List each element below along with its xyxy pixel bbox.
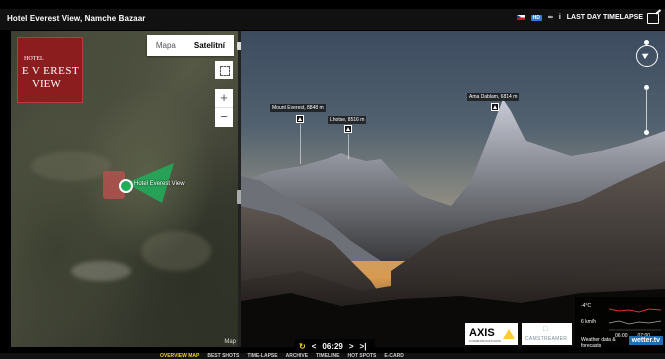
wetter-logo[interactable]: wetter.tv	[628, 336, 663, 345]
peak-label-ama-dablam[interactable]: Ama Dablam, 6814 m	[467, 93, 520, 101]
pano-zoom-slider[interactable]	[646, 89, 647, 135]
axis-logo[interactable]: AXIS COMMUNICATIONS	[465, 323, 518, 345]
map-type-satellite[interactable]: Satelitní	[185, 35, 234, 56]
marker-label: Hotel Everest View	[134, 181, 185, 187]
prev-button[interactable]: <	[312, 342, 317, 351]
map-attribution: Map	[224, 339, 236, 345]
current-time: 06:29	[322, 341, 343, 351]
camstreamer-logo[interactable]: □ CAMSTREAMER	[522, 323, 572, 345]
temperature: -4°C	[581, 303, 592, 309]
nav-time-lapse[interactable]: TIME-LAPSE	[247, 353, 277, 359]
replay-icon[interactable]: ↻	[299, 342, 306, 351]
bottom-nav: OVERVIEW MAP BEST SHOTS TIME-LAPSE ARCHI…	[0, 353, 665, 359]
logo-text-hotel: HOTEL	[24, 56, 44, 62]
logo-text-everest: E V EREST	[22, 65, 80, 77]
peak-pointer-line	[300, 124, 301, 164]
terrain-ridge	[31, 151, 111, 181]
nav-hot-spots[interactable]: HOT SPOTS	[347, 353, 376, 359]
playback-bar: ↻ < 06:29 > >|	[295, 339, 375, 353]
next-button[interactable]: >	[349, 342, 354, 351]
peak-label-everest[interactable]: Mount Everest, 8848 m	[270, 104, 326, 112]
wind-speed: 6 km/h	[581, 319, 597, 325]
map-type-toggle: Mapa Satelitní	[146, 35, 234, 56]
weather-widget[interactable]: -4°C 6 km/h 06:00 07:00 Weather data & f…	[575, 297, 665, 347]
location-marker[interactable]	[119, 179, 133, 193]
share-icon[interactable]	[647, 13, 659, 24]
weather-graph	[609, 308, 661, 331]
axis-name: AXIS	[469, 327, 495, 339]
top-bar: Hotel Everest View, Namche Bazaar HD ∞ i…	[0, 9, 665, 30]
nav-overview-map[interactable]: OVERVIEW MAP	[160, 353, 199, 359]
end-button[interactable]: >|	[360, 342, 367, 351]
peak-label-lhotse[interactable]: Lhotse, 8516 m	[328, 116, 367, 124]
weather-source: Weather data & forecasts	[581, 337, 616, 347]
map-type-map[interactable]: Mapa	[147, 35, 185, 56]
camstreamer-name: CAMSTREAMER	[525, 336, 568, 342]
pano-zoom-out-knob[interactable]	[644, 130, 649, 135]
zoom-out-button[interactable]: −	[215, 108, 233, 127]
nav-archive[interactable]: ARCHIVE	[286, 353, 309, 359]
terrain-path	[71, 261, 131, 281]
axis-sub: COMMUNICATIONS	[469, 339, 501, 343]
map-zoom-control: + −	[215, 89, 233, 127]
fullscreen-button[interactable]	[215, 61, 233, 79]
nav-e-card[interactable]: E-CARD	[384, 353, 403, 359]
nav-best-shots[interactable]: BEST SHOTS	[207, 353, 239, 359]
mountain-icon[interactable]	[296, 115, 304, 123]
satellite-map[interactable]: HOTEL E V EREST VIEW Mapa Satelitní + − …	[11, 31, 238, 347]
page-title: Hotel Everest View, Namche Bazaar	[7, 14, 146, 23]
czech-flag-icon[interactable]	[516, 15, 525, 20]
peak-pointer-line	[348, 134, 349, 159]
webcam-viewer: Hotel Everest View, Namche Bazaar HD ∞ i…	[0, 0, 665, 359]
compass-icon[interactable]	[636, 45, 658, 67]
logo-text-view: VIEW	[32, 78, 61, 90]
mountain-icon[interactable]	[344, 125, 352, 133]
terrain-ridge	[141, 231, 211, 271]
top-right-controls: HD ∞ i LAST DAY TIMELAPSE	[516, 14, 643, 21]
nav-timeline[interactable]: TIMELINE	[316, 353, 339, 359]
panorama-view[interactable]: Mount Everest, 8848 m Lhotse, 8516 m Ama…	[241, 31, 665, 347]
hd-badge[interactable]: HD	[530, 14, 542, 21]
infinity-icon[interactable]: ∞	[548, 14, 553, 21]
info-icon[interactable]: i	[559, 14, 561, 21]
axis-triangle-icon	[503, 329, 515, 339]
camstreamer-icon: □	[543, 326, 548, 333]
hotel-logo: HOTEL E V EREST VIEW	[17, 37, 83, 103]
timelapse-link[interactable]: LAST DAY TIMELAPSE	[567, 14, 643, 21]
zoom-in-button[interactable]: +	[215, 89, 233, 108]
mountain-icon[interactable]	[491, 103, 499, 111]
